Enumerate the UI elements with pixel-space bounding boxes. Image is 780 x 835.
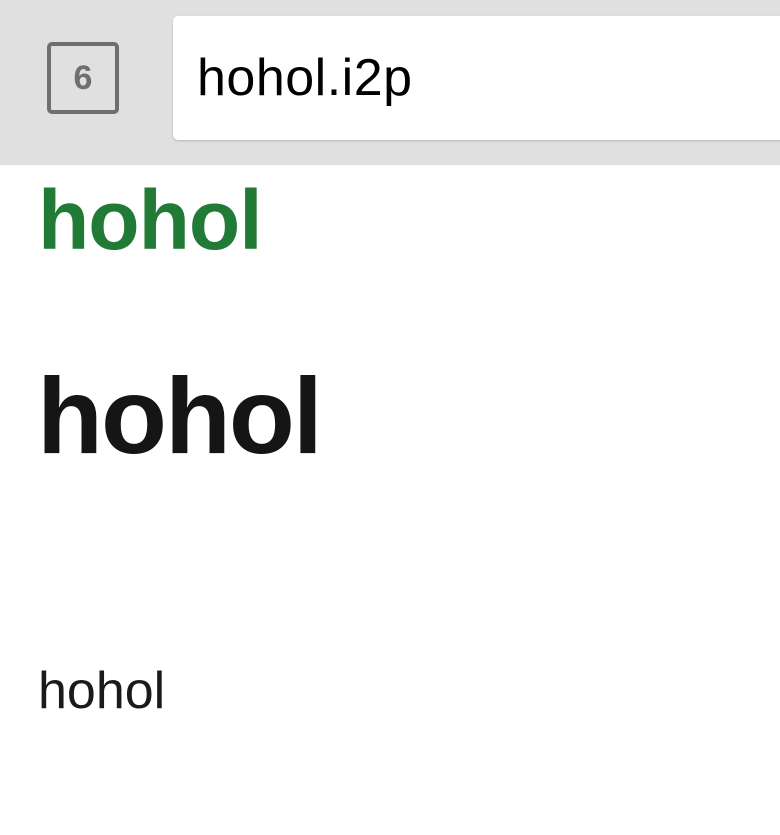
page-heading: hohol (37, 355, 323, 476)
site-title-link[interactable]: hohol (38, 178, 263, 262)
tab-switcher-icon[interactable]: 6 (47, 42, 119, 114)
url-text[interactable]: hohol.i2p (197, 48, 413, 108)
body-text: hohol (38, 662, 166, 720)
address-bar[interactable]: hohol.i2p (173, 16, 780, 140)
browser-toolbar: 6 hohol.i2p (0, 0, 780, 165)
tab-count: 6 (73, 58, 93, 97)
